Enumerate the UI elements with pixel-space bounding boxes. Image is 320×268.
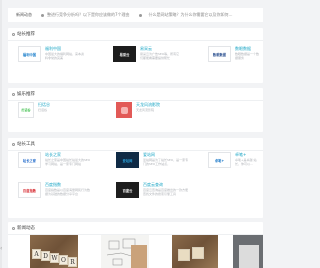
bullet-icon bbox=[41, 13, 44, 17]
site-desc: 爱站网是为了站长SEO，是一家专门的SEO工作站点， bbox=[143, 158, 189, 166]
site-name[interactable]: 卓笔+ bbox=[235, 152, 261, 157]
site-logo: 百度云 bbox=[116, 182, 139, 198]
logo-text: 站长之家 bbox=[22, 158, 37, 163]
site-card[interactable]: 卓笔+ 卓笔+ 卓笔+是卓越 站长，你可以… bbox=[208, 152, 261, 168]
site-desc: 扫话谷 bbox=[38, 108, 48, 112]
site-desc: 百度云查询是百度推出的一款方便查找文件的搜索引擎工具 bbox=[143, 188, 189, 196]
site-logo: 数眼数据 bbox=[208, 46, 231, 62]
site-card[interactable]: 百度指数 百度指数 百度指数是以百度海量网民行为数据为基础的数据分享平台 bbox=[18, 182, 91, 198]
section-entertainment: 娱乐推荐 扫话谷 扫话谷 扫话谷 天龙风流影院 天龙风流影院 bbox=[8, 88, 263, 132]
ticker-item[interactable]: 什么是网站策略？为什么你需要它以及你如何… bbox=[149, 12, 233, 18]
letter-tile: R bbox=[68, 257, 77, 267]
collapse-handle[interactable]: ‹ bbox=[0, 245, 2, 252]
site-card[interactable]: 扫话谷 扫话谷 扫话谷 bbox=[18, 102, 78, 118]
site-logo: 卓笔+ bbox=[208, 152, 231, 168]
site-name[interactable]: 易采云 bbox=[140, 46, 180, 51]
left-rail bbox=[0, 0, 2, 268]
site-desc: 百度指数是以百度海量网民行为数据为基础的数据分享平台 bbox=[45, 188, 91, 196]
section-title: 站长推荐 bbox=[17, 32, 35, 37]
news-ticker: 新闻动态 整进行竞争分析吗？以下是你应该做的7个理由 什么是网站策略？为什么你需… bbox=[8, 8, 263, 22]
section-title: 新闻动态 bbox=[17, 226, 35, 231]
letter-tile: D bbox=[41, 251, 50, 261]
site-logo: 福利中国 bbox=[18, 46, 41, 62]
logo-text: 扫话谷 bbox=[21, 108, 31, 112]
site-desc: 天龙风流影院 bbox=[136, 108, 155, 112]
site-card[interactable]: 天龙风流影院 天龙风流影院 bbox=[116, 102, 176, 118]
site-card[interactable]: 爱站网 爱站网 爱站网是为了站长SEO，是一家专门的SEO工作站点， bbox=[116, 152, 189, 168]
site-card[interactable]: 百度云 百度云查询 百度云查询是百度推出的一款方便查找文件的搜索引擎工具 bbox=[116, 182, 189, 198]
section-icon bbox=[12, 142, 15, 146]
section-header: 新闻动态 bbox=[8, 222, 263, 235]
section-icon bbox=[12, 226, 15, 230]
site-card[interactable]: 易采云 易采云 易采云为广告SEO等，所有它们都能看需要提供帮忙 bbox=[113, 46, 180, 62]
section-tools: 站长工具 站长之家 站长之家 站长之家是中国站长站最大的SEO学习网站，是一家专… bbox=[8, 138, 263, 218]
site-name[interactable]: 福利中国 bbox=[45, 46, 85, 51]
letter-tile: W bbox=[50, 253, 59, 263]
logo-text: 爱站网 bbox=[122, 158, 133, 163]
site-logo: 百度指数 bbox=[18, 182, 41, 198]
section-icon bbox=[12, 32, 15, 36]
site-desc: 站长之家是中国站长站最大的SEO学习网站，是一家专门网站 bbox=[45, 158, 91, 166]
logo-text: 卓笔+ bbox=[214, 158, 225, 163]
site-logo: 扫话谷 bbox=[18, 102, 34, 118]
logo-text: 福利中国 bbox=[22, 52, 37, 57]
site-logo: 站长之家 bbox=[18, 152, 41, 168]
site-desc: 中国最大的福利网站，来本资料非常的完美 bbox=[45, 52, 85, 60]
news-image-office[interactable] bbox=[233, 235, 263, 268]
site-name[interactable]: 天龙风流影院 bbox=[136, 102, 176, 107]
site-desc: 卓笔+是卓越 站长，你可以… bbox=[235, 158, 257, 166]
site-card[interactable]: 数眼数据 数眼数据 数眼数据是一个数据服务 bbox=[208, 46, 259, 62]
paper-shape bbox=[239, 245, 259, 268]
section-title: 娱乐推荐 bbox=[17, 92, 35, 97]
section-title: 站长工具 bbox=[17, 142, 35, 147]
bullet-icon bbox=[138, 13, 142, 17]
app-icon bbox=[120, 106, 128, 114]
site-logo: 易采云 bbox=[113, 46, 136, 62]
site-desc: 数眼数据是一个数据服务 bbox=[235, 52, 259, 60]
logo-text: 数眼数据 bbox=[212, 52, 227, 57]
ticker-label: 新闻动态 bbox=[16, 12, 32, 17]
logo-text: 百度指数 bbox=[22, 188, 37, 193]
section-recommend: 站长推荐 福利中国 福利中国 中国最大的福利网站，来本资料非常的完美 易采云 易… bbox=[8, 28, 263, 83]
site-desc: 易采云为广告SEO等，所有它们都能看需要提供帮忙 bbox=[140, 52, 180, 60]
site-name[interactable]: 爱站网 bbox=[143, 152, 189, 157]
site-name[interactable]: 扫话谷 bbox=[38, 102, 78, 107]
section-icon bbox=[12, 92, 15, 96]
site-logo bbox=[116, 102, 132, 118]
sketch-graphic bbox=[106, 238, 147, 268]
site-name[interactable]: 站长之家 bbox=[45, 152, 91, 157]
section-header: 娱乐推荐 bbox=[8, 88, 263, 101]
logo-text: 百度云 bbox=[122, 188, 133, 193]
site-name[interactable]: 百度指数 bbox=[45, 182, 91, 187]
section-header: 站长推荐 bbox=[8, 28, 263, 41]
site-card[interactable]: 站长之家 站长之家 站长之家是中国站长站最大的SEO学习网站，是一家专门网站 bbox=[18, 152, 91, 168]
news-image-adwords[interactable]: A D W O R bbox=[30, 235, 78, 268]
letter-tile: A bbox=[32, 249, 41, 259]
block-tile bbox=[192, 247, 204, 259]
site-name[interactable]: 数眼数据 bbox=[235, 46, 259, 51]
ticker-item[interactable]: 整进行竞争分析吗？以下是你应该做的7个理由 bbox=[47, 12, 130, 18]
letter-tile: O bbox=[59, 255, 68, 265]
section-header: 站长工具 bbox=[8, 138, 263, 151]
site-card[interactable]: 福利中国 福利中国 中国最大的福利网站，来本资料非常的完美 bbox=[18, 46, 85, 62]
news-image-blocks[interactable] bbox=[172, 235, 218, 268]
logo-text: 易采云 bbox=[119, 52, 130, 57]
site-logo: 爱站网 bbox=[116, 152, 139, 168]
news-image-sketch[interactable] bbox=[101, 235, 149, 268]
site-name[interactable]: 百度云查询 bbox=[143, 182, 189, 187]
block-tile bbox=[178, 249, 190, 261]
